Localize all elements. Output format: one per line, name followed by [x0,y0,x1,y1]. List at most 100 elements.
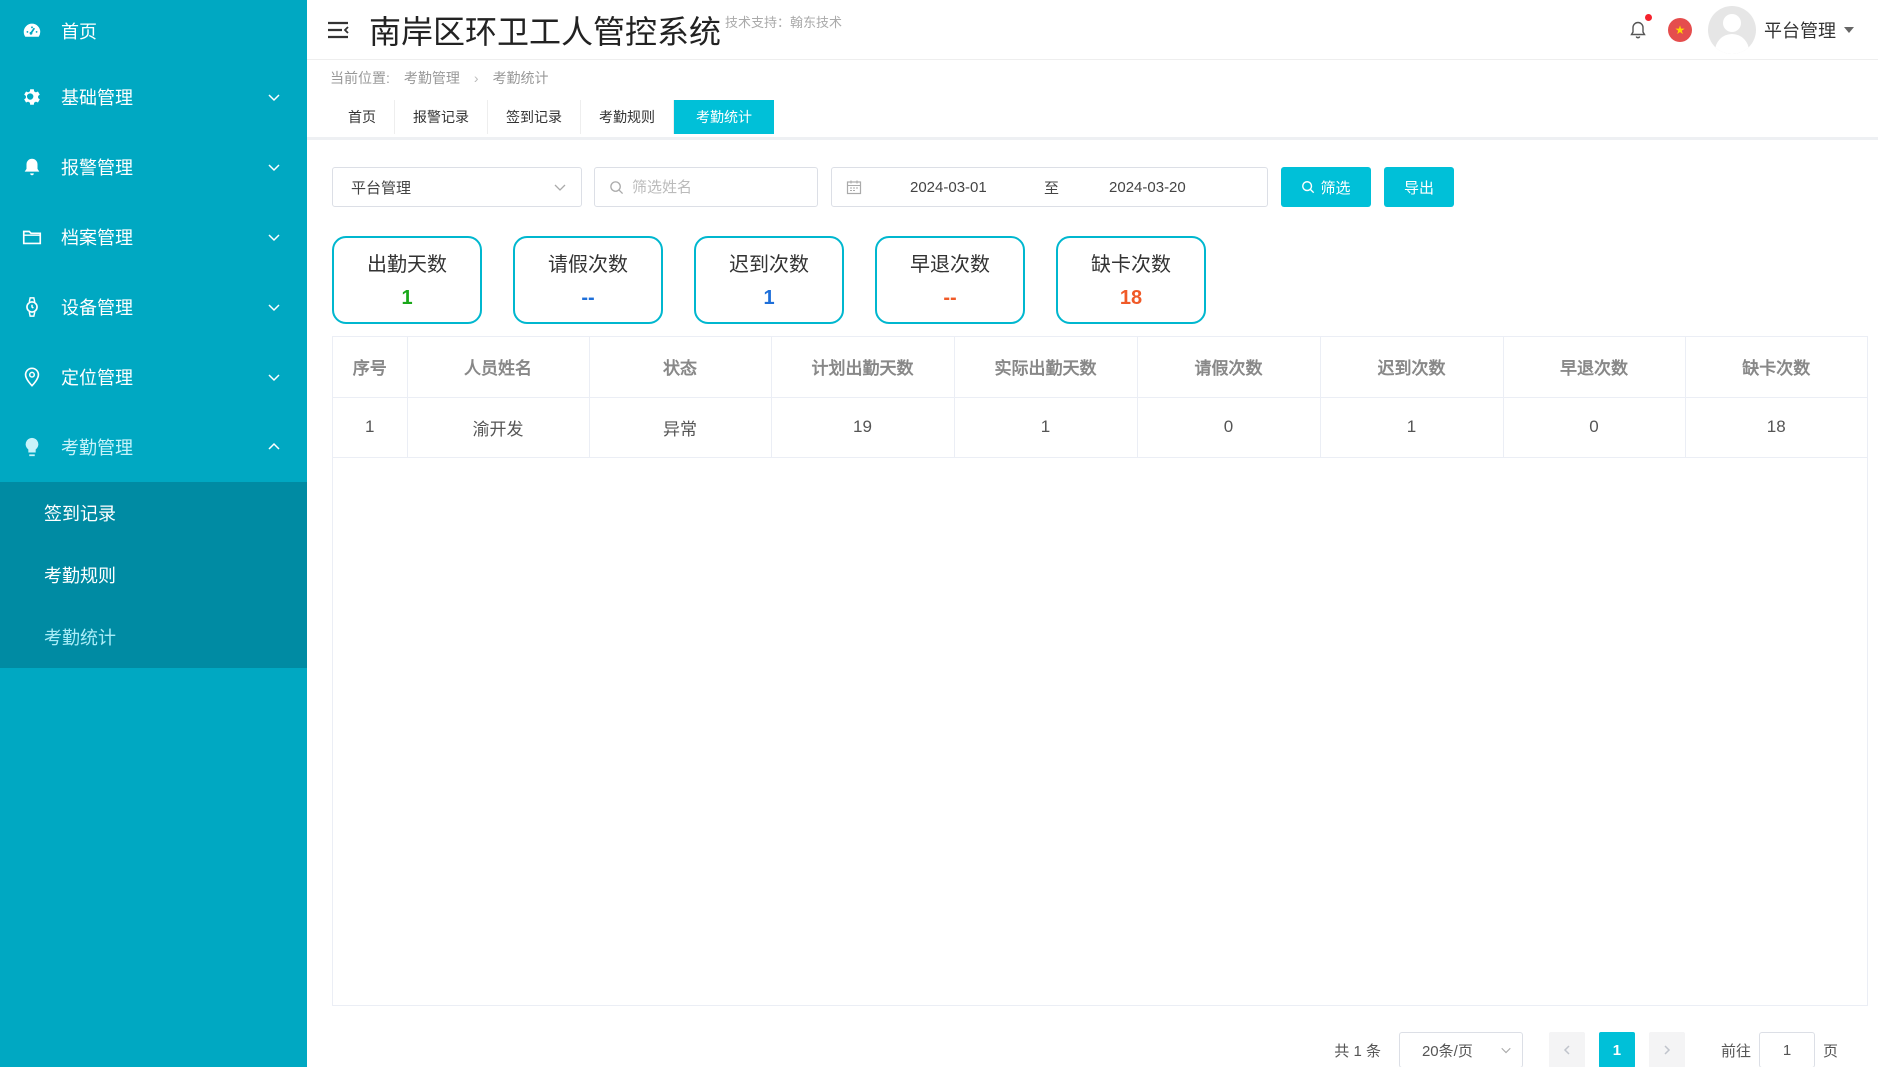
filter-button[interactable]: 筛选 [1281,167,1371,207]
chevron-down-icon [268,234,280,242]
filter-button-label: 筛选 [1320,179,1351,197]
page-title: 南岸区环卫工人管控系统 [369,13,722,50]
chevron-down-icon [268,94,280,102]
stat-card-missing-punch-count: 缺卡次数 18 [1056,236,1206,324]
user-name[interactable]: 平台管理 [1764,17,1836,43]
sidebar-item-attendance[interactable]: 考勤管理 [0,412,307,482]
org-select-value: 平台管理 [351,179,412,197]
table-cell: 1 [333,397,408,458]
column-header: 实际出勤天数 [954,337,1138,398]
prev-page-button[interactable] [1548,1032,1585,1067]
sidebar-item-label: 定位管理 [61,368,133,388]
menu-toggle-icon[interactable] [327,21,349,39]
stat-card-attendance-days: 出勤天数 1 [332,236,482,324]
table-cell: 渝开发 [407,397,590,458]
stat-label: 缺卡次数 [1091,254,1171,276]
table-header-row: 序号 人员姓名 状态 计划出勤天数 实际出勤天数 请假次数 迟到次数 早退次数 … [333,337,1867,398]
header-actions: ★ 平台管理 [1628,0,1854,60]
tab-attendance-statistics[interactable]: 考勤统计 [674,100,774,134]
stat-cards: 出勤天数 1 请假次数 -- 迟到次数 1 早退次数 -- 缺卡次数 18 [332,236,1206,324]
breadcrumb-item[interactable]: 考勤管理 [404,68,460,88]
table-cell: 异常 [589,397,772,458]
sidebar-item-label: 设备管理 [61,298,133,318]
sidebar-item-location[interactable]: 定位管理 [0,342,307,412]
chevron-down-icon [268,304,280,312]
submenu-item-rules[interactable]: 考勤规则 [0,544,307,606]
export-button[interactable]: 导出 [1384,167,1454,207]
start-date[interactable]: 2024-03-01 [910,179,1030,196]
tabs-divider [307,137,1878,140]
bell-icon [20,155,44,179]
stat-value: 1 [401,287,413,309]
stat-label: 请假次数 [548,254,628,276]
stat-card-leave-count: 请假次数 -- [513,236,663,324]
caret-down-icon[interactable] [1844,27,1854,33]
breadcrumb: 当前位置: 考勤管理 › 考勤统计 [330,68,563,88]
stat-value: -- [943,287,957,309]
page-size-value: 20条/页 [1421,1042,1473,1060]
sidebar-item-label: 报警管理 [61,158,133,178]
dashboard-icon [20,19,44,43]
watch-icon [20,295,44,319]
chevron-down-icon [554,184,566,191]
gear-icon [20,85,44,109]
bell-icon [1630,21,1646,39]
table-cell: 1 [954,397,1138,458]
notification-dot [1645,14,1652,21]
stat-label: 早退次数 [910,254,990,276]
table-cell: 18 [1685,397,1867,458]
search-icon [1302,181,1315,194]
filter-bar: 平台管理 2024-03-01 至 2024-03-20 筛选 导出 [332,167,1454,207]
chevron-down-icon [268,164,280,172]
date-range-picker[interactable]: 2024-03-01 至 2024-03-20 [831,167,1268,207]
breadcrumb-item: 考勤统计 [492,70,549,86]
stat-value: 1 [763,287,775,309]
total-count: 共 1 条 [1334,1042,1381,1060]
page-number-button[interactable]: 1 [1598,1032,1635,1067]
sidebar-item-device[interactable]: 设备管理 [0,272,307,342]
stat-card-early-leave-count: 早退次数 -- [875,236,1025,324]
column-header: 缺卡次数 [1685,337,1867,398]
sidebar-item-home[interactable]: 首页 [0,0,307,62]
org-select[interactable]: 平台管理 [332,167,582,207]
page-size-select[interactable]: 20条/页 [1398,1032,1523,1067]
stat-value: 18 [1119,287,1143,309]
sidebar-item-label: 档案管理 [61,228,133,248]
name-search-box [594,167,818,207]
table-row[interactable]: 1 渝开发 异常 19 1 0 1 0 18 [333,397,1867,458]
stat-card-late-count: 迟到次数 1 [694,236,844,324]
tab-alarm-records[interactable]: 报警记录 [395,100,488,134]
notification-bell[interactable] [1628,14,1652,40]
goto-label: 前往 [1720,1042,1751,1060]
tab-home[interactable]: 首页 [330,100,395,134]
header: 南岸区环卫工人管控系统 技术支持：翰东技术 ★ 平台管理 [307,0,1878,60]
chevron-up-icon [268,442,280,450]
column-header: 人员姓名 [407,337,590,398]
name-search-input[interactable] [632,178,802,196]
tab-signin-records[interactable]: 签到记录 [488,100,581,134]
submenu-item-statistics[interactable]: 考勤统计 [0,606,307,668]
stat-label: 出勤天数 [367,254,447,276]
avatar[interactable] [1708,6,1756,54]
column-header: 状态 [589,337,772,398]
column-header: 请假次数 [1137,337,1321,398]
submenu-item-signin[interactable]: 签到记录 [0,482,307,544]
table-cell: 1 [1320,397,1504,458]
goto-page-input[interactable] [1758,1032,1815,1067]
tab-attendance-rules[interactable]: 考勤规则 [581,100,674,134]
sidebar-item-basic[interactable]: 基础管理 [0,62,307,132]
page-suffix: 页 [1822,1042,1838,1060]
sidebar-item-label: 考勤管理 [61,438,133,458]
end-date[interactable]: 2024-03-20 [1109,179,1186,196]
attendance-submenu: 签到记录 考勤规则 考勤统计 [0,482,307,668]
tab-bar: 首页 报警记录 签到记录 考勤规则 考勤统计 [330,100,774,134]
sidebar-item-alarm[interactable]: 报警管理 [0,132,307,202]
next-page-button[interactable] [1648,1032,1685,1067]
search-icon [610,180,624,194]
pagination: 共 1 条 20条/页 1 前往 页 [1334,1032,1838,1067]
sidebar-item-archive[interactable]: 档案管理 [0,202,307,272]
location-icon [20,365,44,389]
china-flag-icon[interactable]: ★ [1668,18,1692,42]
breadcrumb-label: 当前位置: [330,70,390,86]
column-header: 早退次数 [1503,337,1686,398]
